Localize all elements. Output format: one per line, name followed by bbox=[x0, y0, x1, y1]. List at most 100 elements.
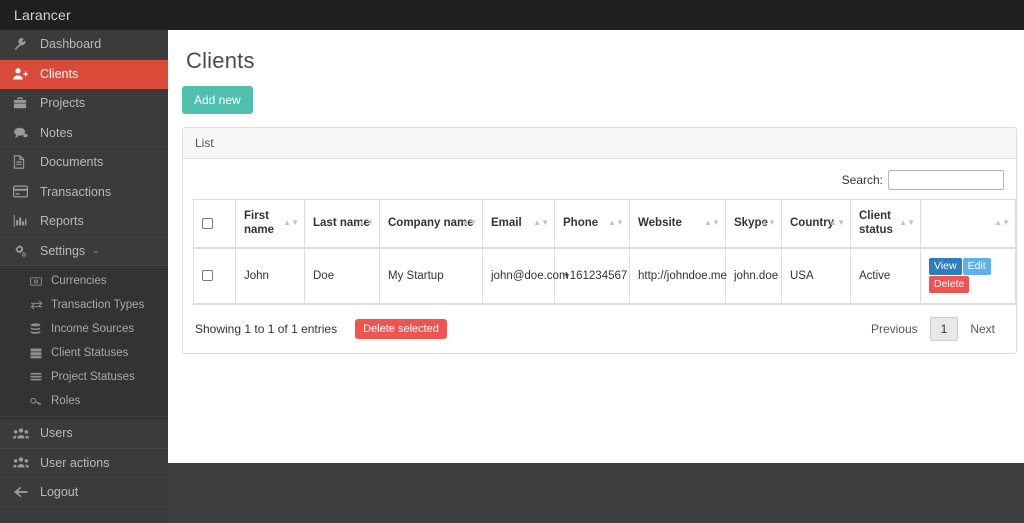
column-header-country[interactable]: Country ▲▼ bbox=[781, 198, 851, 249]
sidebar-item-user-actions[interactable]: User actions bbox=[0, 449, 168, 478]
table-head: First name ▲▼ Last name ▲▼ Company name … bbox=[193, 198, 1016, 249]
cell-phone: +161234567 bbox=[554, 247, 630, 305]
sort-icon: ▲▼ bbox=[358, 218, 374, 228]
pagination-next[interactable]: Next bbox=[961, 318, 1004, 340]
chevron-down-icon: ⌄ bbox=[92, 245, 100, 256]
gears-icon bbox=[13, 244, 31, 258]
sidebar-item-projects[interactable]: Projects bbox=[0, 89, 168, 119]
clients-list-panel: List Search: First name ▲▼ Last name ▲▼ … bbox=[182, 127, 1017, 354]
column-label: First name bbox=[244, 210, 275, 237]
users-icon bbox=[13, 427, 31, 440]
sort-icon: ▲▼ bbox=[829, 218, 845, 228]
column-header-first-name[interactable]: First name ▲▼ bbox=[235, 198, 305, 249]
delete-button[interactable]: Delete bbox=[929, 275, 970, 293]
brand-title: Larancer bbox=[14, 7, 71, 23]
sidebar-item-label: Logout bbox=[40, 485, 79, 500]
sidebar-subitem-income-sources[interactable]: Income Sources bbox=[0, 317, 168, 341]
submenu-divider bbox=[0, 416, 168, 417]
money-icon bbox=[30, 276, 45, 286]
sidebar-item-reports[interactable]: Reports bbox=[0, 207, 168, 237]
sidebar-item-label: Reports bbox=[40, 214, 84, 229]
column-header-website[interactable]: Website ▲▼ bbox=[629, 198, 726, 249]
top-bar: Larancer bbox=[0, 0, 1024, 30]
select-all-checkbox[interactable] bbox=[202, 217, 213, 229]
table-footer: Showing 1 to 1 of 1 entries Delete selec… bbox=[193, 305, 1006, 343]
sidebar-item-logout[interactable]: Logout bbox=[0, 478, 168, 508]
comment-icon bbox=[13, 126, 31, 140]
table-body: John Doe My Startup john@doe.com +161234… bbox=[193, 247, 1016, 305]
sort-icon: ▲▼ bbox=[704, 218, 720, 228]
sidebar-subitem-transaction-types[interactable]: Transaction Types bbox=[0, 293, 168, 317]
cell-skype: john.doe bbox=[725, 247, 782, 305]
column-header-actions[interactable]: ▲▼ bbox=[920, 198, 1016, 249]
clients-table: First name ▲▼ Last name ▲▼ Company name … bbox=[193, 198, 1016, 305]
edit-button[interactable]: Edit bbox=[962, 257, 991, 275]
sidebar-item-transactions[interactable]: Transactions bbox=[0, 178, 168, 207]
bar-chart-icon bbox=[13, 214, 31, 228]
pagination-page-1[interactable]: 1 bbox=[929, 316, 959, 341]
sidebar-item-label: Settings bbox=[40, 243, 86, 258]
list-alt-icon bbox=[30, 348, 45, 359]
column-label: Website bbox=[638, 217, 682, 230]
add-new-button[interactable]: Add new bbox=[182, 86, 253, 114]
cell-website: http://johndoe.me bbox=[629, 247, 727, 305]
row-checkbox[interactable] bbox=[202, 270, 213, 282]
sidebar-item-label: Clients bbox=[40, 66, 79, 81]
sidebar-item-dashboard[interactable]: Dashboard bbox=[0, 30, 168, 60]
briefcase-icon bbox=[13, 96, 31, 110]
sidebar-item-clients[interactable]: Clients bbox=[0, 59, 168, 89]
column-header-phone[interactable]: Phone ▲▼ bbox=[554, 198, 630, 249]
row-select-cell bbox=[193, 247, 236, 305]
column-header-last-name[interactable]: Last name ▲▼ bbox=[304, 198, 380, 249]
sidebar-item-label: User actions bbox=[40, 455, 110, 470]
cell-actions: View EditDelete bbox=[920, 247, 1016, 305]
column-header-email[interactable]: Email ▲▼ bbox=[482, 198, 555, 249]
column-header-skype[interactable]: Skype ▲▼ bbox=[725, 198, 782, 249]
sidebar-subitem-label: Income Sources bbox=[51, 323, 135, 335]
search-row: Search: bbox=[193, 168, 1006, 199]
sort-icon: ▲▼ bbox=[283, 218, 299, 228]
sidebar-item-notes[interactable]: Notes bbox=[0, 119, 168, 148]
sidebar-subitem-label: Client Statuses bbox=[51, 347, 129, 359]
sidebar-item-label: Documents bbox=[40, 155, 104, 170]
cell-first-name: John bbox=[235, 247, 305, 305]
sidebar-item-label: Notes bbox=[40, 125, 73, 140]
sidebar-item-documents[interactable]: Documents bbox=[0, 148, 168, 178]
column-header-client-status[interactable]: Client status ▲▼ bbox=[850, 198, 921, 249]
exchange-icon bbox=[30, 300, 45, 310]
page-title: Clients bbox=[186, 48, 255, 73]
sidebar-subitem-client-statuses[interactable]: Client Statuses bbox=[0, 341, 168, 365]
sidebar-subitem-roles[interactable]: Roles bbox=[0, 389, 168, 413]
sidebar: Dashboard Clients Projects Notes Documen bbox=[0, 30, 168, 523]
pagination-previous[interactable]: Previous bbox=[862, 318, 927, 340]
search-input[interactable] bbox=[888, 170, 1004, 190]
settings-submenu: Currencies Transaction Types Income Sour… bbox=[0, 266, 168, 419]
database-icon bbox=[30, 323, 45, 335]
panel-title: List bbox=[183, 128, 1016, 159]
sidebar-subitem-project-statuses[interactable]: Project Statuses bbox=[0, 365, 168, 389]
sidebar-item-settings[interactable]: Settings ⌄ bbox=[0, 237, 168, 266]
table-header-row: First name ▲▼ Last name ▲▼ Company name … bbox=[193, 198, 1016, 249]
user-plus-icon bbox=[13, 67, 31, 81]
select-all-header bbox=[193, 198, 236, 249]
column-label: Country bbox=[790, 217, 835, 230]
sort-icon: ▲▼ bbox=[899, 218, 915, 228]
credit-card-icon bbox=[13, 185, 31, 198]
sidebar-item-label: Users bbox=[40, 426, 73, 441]
cell-country: USA bbox=[781, 247, 851, 305]
column-label: Client status bbox=[859, 210, 893, 237]
cell-company-name: My Startup bbox=[379, 247, 483, 305]
column-label: Email bbox=[491, 217, 522, 230]
sort-icon: ▲▼ bbox=[994, 218, 1010, 228]
pagination: Previous 1 Next bbox=[862, 316, 1004, 341]
view-button[interactable]: View bbox=[929, 257, 962, 275]
delete-selected-button[interactable]: Delete selected bbox=[355, 318, 447, 339]
sidebar-subitem-currencies[interactable]: Currencies bbox=[0, 269, 168, 293]
cell-client-status: Active bbox=[850, 247, 921, 305]
cell-email: john@doe.com bbox=[482, 247, 569, 305]
sidebar-item-users[interactable]: Users bbox=[0, 419, 168, 449]
table-row: John Doe My Startup john@doe.com +161234… bbox=[193, 247, 1016, 305]
column-header-company-name[interactable]: Company name ▲▼ bbox=[379, 198, 483, 249]
sort-icon: ▲▼ bbox=[608, 218, 624, 228]
users-icon bbox=[13, 456, 31, 469]
